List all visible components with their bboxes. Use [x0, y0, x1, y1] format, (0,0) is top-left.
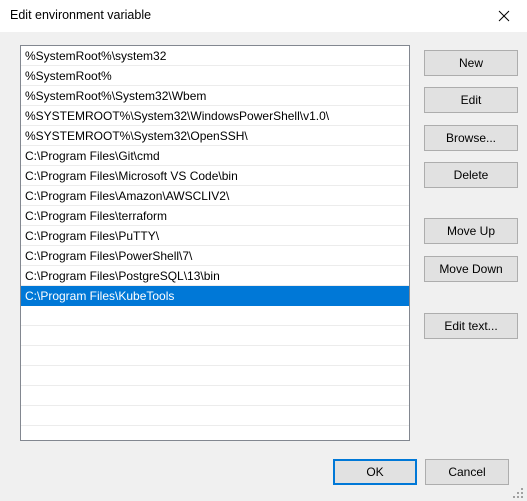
path-entry-row[interactable]: C:\Program Files\PuTTY\: [21, 226, 409, 246]
path-entry-row[interactable]: %SystemRoot%\System32\Wbem: [21, 86, 409, 106]
window-title: Edit environment variable: [10, 8, 152, 22]
path-entry-row[interactable]: %SYSTEMROOT%\System32\WindowsPowerShell\…: [21, 106, 409, 126]
path-entry-row[interactable]: C:\Program Files\PowerShell\7\: [21, 246, 409, 266]
move-down-button[interactable]: Move Down: [424, 256, 518, 282]
path-entry-row-empty[interactable]: [21, 426, 409, 440]
path-entry-row[interactable]: C:\Program Files\Amazon\AWSCLIV2\: [21, 186, 409, 206]
path-entry-row[interactable]: %SystemRoot%: [21, 66, 409, 86]
resize-grip[interactable]: [511, 485, 525, 499]
dialog-client-area: %SystemRoot%\system32 %SystemRoot% %System…: [0, 32, 527, 501]
path-entry-row-empty[interactable]: [21, 406, 409, 426]
path-entry-row-empty[interactable]: [21, 346, 409, 366]
path-entry-row[interactable]: C:\Program Files\PostgreSQL\13\bin: [21, 266, 409, 286]
close-icon: [498, 10, 510, 21]
close-button[interactable]: [481, 0, 527, 31]
move-up-button[interactable]: Move Up: [424, 218, 518, 244]
path-entry-row[interactable]: C:\Program Files\Git\cmd: [21, 146, 409, 166]
new-button[interactable]: New: [424, 50, 518, 76]
delete-button[interactable]: Delete: [424, 162, 518, 188]
path-entries-listbox[interactable]: %SystemRoot%\system32 %SystemRoot% %System…: [20, 45, 410, 441]
path-entry-row[interactable]: C:\Program Files\KubeTools: [21, 286, 409, 306]
browse-button[interactable]: Browse...: [424, 125, 518, 151]
path-entry-row[interactable]: %SystemRoot%\system32: [21, 46, 409, 66]
path-entry-row-empty[interactable]: [21, 386, 409, 406]
edit-button[interactable]: Edit: [424, 87, 518, 113]
path-entry-row-empty[interactable]: [21, 326, 409, 346]
path-entry-row[interactable]: %SYSTEMROOT%\System32\OpenSSH\: [21, 126, 409, 146]
ok-button[interactable]: OK: [333, 459, 417, 485]
edit-text-button[interactable]: Edit text...: [424, 313, 518, 339]
path-entry-row[interactable]: C:\Program Files\Microsoft VS Code\bin: [21, 166, 409, 186]
title-bar: Edit environment variable: [0, 0, 527, 33]
cancel-button[interactable]: Cancel: [425, 459, 509, 485]
path-entry-row[interactable]: C:\Program Files\terraform: [21, 206, 409, 226]
path-entry-row-empty[interactable]: [21, 306, 409, 326]
path-entry-row-empty[interactable]: [21, 366, 409, 386]
